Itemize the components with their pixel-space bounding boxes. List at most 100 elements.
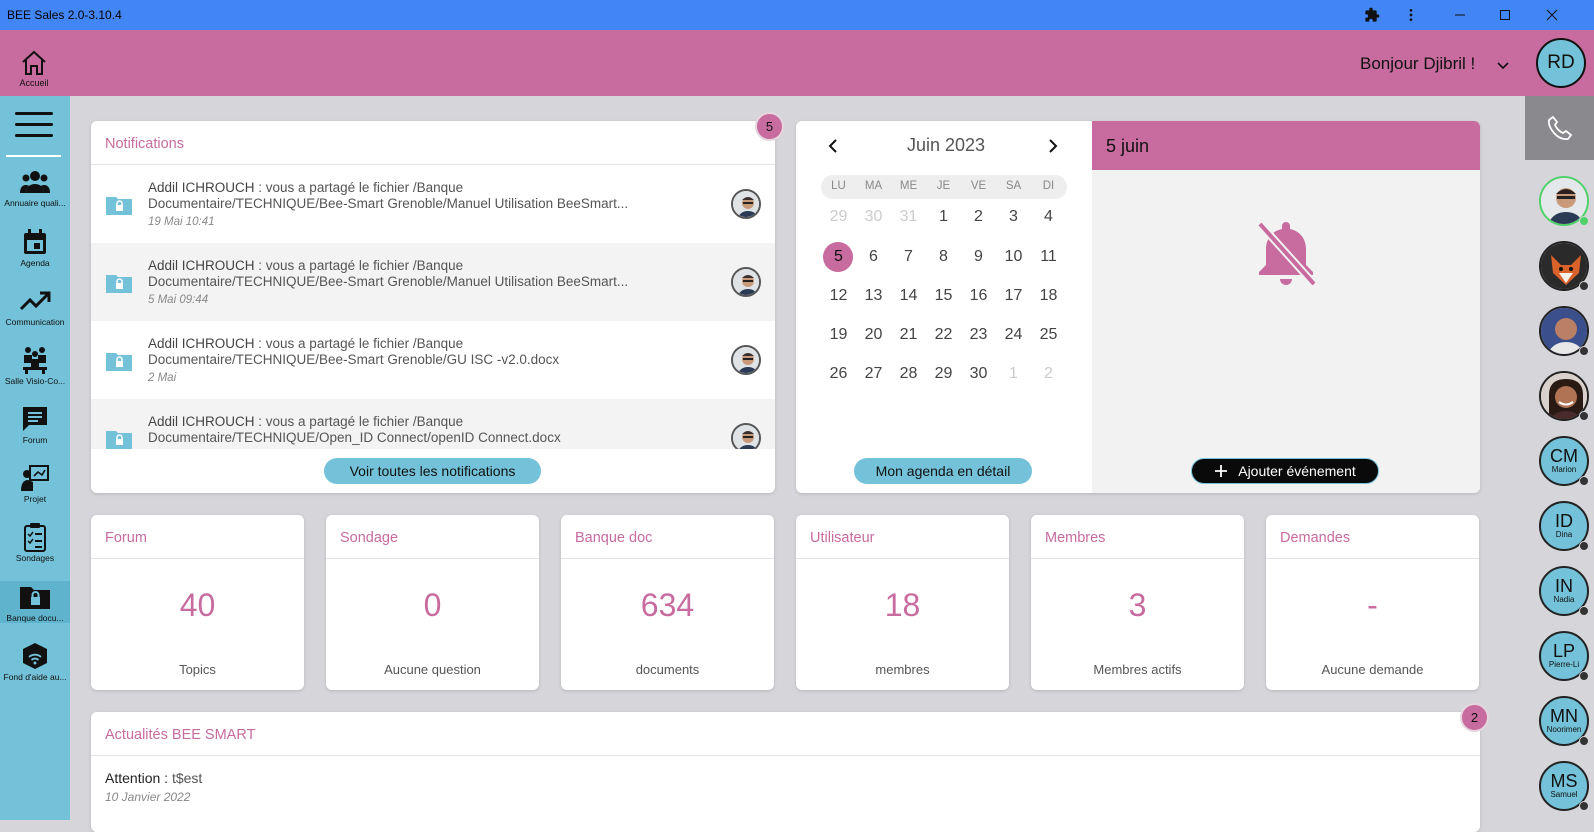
calendar-day[interactable]: 2 [1031,365,1066,383]
chevron-right-icon[interactable] [1048,139,1058,158]
stat-title: Banque doc [575,530,653,546]
notification-item[interactable]: Addil ICHROUCH : vous a partagé le fichi… [91,165,775,243]
notifications-title: Notifications [105,136,184,152]
calendar-day[interactable]: 10 [996,248,1031,266]
weekday-label: VE [970,180,987,192]
stat-label: documents [635,662,700,677]
calendar-day[interactable]: 29 [821,208,856,226]
calendar-day[interactable]: 18 [1031,287,1066,305]
news-item-date: 10 Janvier 2022 [105,790,191,804]
calendar-day[interactable]: 14 [891,287,926,305]
status-offline-indicator [1579,671,1589,681]
sidebar-item-fond-aide[interactable]: Fond d'aide au... [0,640,70,682]
calendar-day[interactable]: 25 [1031,326,1066,344]
sidebar-item-sondages[interactable]: Sondages [0,521,70,563]
sidebar-item-annuaire[interactable]: Annuaire quali... [0,166,70,208]
stat-label: Topics [179,662,216,677]
calendar-day[interactable]: 16 [961,287,996,305]
sidebar-divider [6,155,61,157]
calendar-day[interactable]: 21 [891,326,926,344]
extensions-icon[interactable] [1361,4,1383,26]
calendar-day[interactable]: 4 [1031,208,1066,226]
stat-card-forum[interactable]: Forum 40 Topics [91,515,304,690]
stat-title: Sondage [340,530,399,546]
calendar-day[interactable]: 12 [821,287,856,305]
calendar-day[interactable]: 15 [926,287,961,305]
more-vertical-icon[interactable] [1400,4,1422,26]
weekday-label: JE [936,180,951,192]
calendar-day[interactable]: 3 [996,208,1031,226]
calendar-day[interactable]: 30 [856,208,891,226]
sidebar-item-projet[interactable]: Projet [0,462,70,504]
news-item[interactable]: Attention : t$est [105,770,202,786]
notification-path: Documentaire/TECHNIQUE/Bee-Smart Grenobl… [148,352,560,367]
calendar-day[interactable]: 20 [856,326,891,344]
selected-day-title: 5 juin [1106,136,1150,156]
notification-item[interactable]: Addil ICHROUCH : vous a partagé le fichi… [91,243,775,321]
sidebar-item-visio[interactable]: Salle Visio-Co... [0,344,70,386]
chevron-down-icon[interactable] [1497,58,1509,73]
notification-time: 5 Mai 09:44 [148,294,209,306]
sidebar-item-label: Agenda [20,258,50,268]
calendar-day[interactable]: 26 [821,365,856,383]
calendar-day[interactable]: 30 [961,365,996,383]
calendar-day[interactable]: 24 [996,326,1031,344]
calendar-day[interactable]: 1 [996,365,1031,383]
locked-folder-icon [20,587,50,609]
stat-card-demandes[interactable]: Demandes - Aucune demande [1266,515,1479,690]
stat-card-membres[interactable]: Membres 3 Membres actifs [1031,515,1244,690]
stat-title: Membres [1045,530,1106,546]
add-event-button[interactable]: Ajouter événement [1191,458,1379,484]
calendar-day[interactable]: 29 [926,365,961,383]
calendar-day[interactable]: 19 [821,326,856,344]
calendar-day[interactable]: 8 [926,248,961,266]
see-all-notifications-button[interactable]: Voir toutes les notifications [324,458,541,484]
notification-item[interactable]: Addil ICHROUCH : vous a partagé le fichi… [91,321,775,399]
sidebar-item-agenda[interactable]: Agenda [0,226,70,268]
calendar-day[interactable]: 2 [961,208,996,226]
calendar-day-selected[interactable]: 5 [821,248,856,266]
close-icon[interactable] [1541,4,1563,26]
calendar-day[interactable]: 28 [891,365,926,383]
calendar-day[interactable]: 6 [856,248,891,266]
user-avatar[interactable]: RD [1536,38,1586,88]
notifications-list[interactable]: Addil ICHROUCH : vous a partagé le fichi… [91,165,775,449]
news-item-label: Attention : [105,770,172,786]
minimize-icon[interactable] [1449,4,1471,26]
phone-button[interactable] [1525,96,1594,160]
stat-value: 18 [884,587,921,623]
contact-initials: LP [1552,641,1576,661]
calendar-day[interactable]: 7 [891,248,926,266]
trending-up-icon [19,291,51,311]
calendar-day[interactable]: 31 [891,208,926,226]
home-button[interactable]: Accueil [10,50,58,88]
status-offline-indicator [1579,606,1589,616]
status-offline-indicator [1579,541,1589,551]
stat-card-utilisateur[interactable]: Utilisateur 18 membres [796,515,1009,690]
agenda-detail-button[interactable]: Mon agenda en détail [854,458,1032,484]
sidebar-item-communication[interactable]: Communication [0,285,70,327]
contact-name: Dina [1555,530,1573,539]
wifi-box-icon [23,643,47,669]
menu-icon[interactable] [15,112,53,138]
calendar-day[interactable]: 1 [926,208,961,226]
calendar-day[interactable]: 13 [856,287,891,305]
sidebar-item-forum[interactable]: Forum [0,403,70,445]
notification-time: 2 Mai [148,372,177,384]
calendar-day[interactable]: 23 [961,326,996,344]
title-bar: BEE Sales 2.0-3.10.4 [0,0,1594,30]
stat-card-banque-doc[interactable]: Banque doc 634 documents [561,515,774,690]
weekday-label: MA [864,180,883,192]
stat-card-sondage[interactable]: Sondage 0 Aucune question [326,515,539,690]
calendar-day[interactable]: 27 [856,365,891,383]
calendar-day[interactable]: 22 [926,326,961,344]
calendar-day[interactable]: 17 [996,287,1031,305]
contact-initials: MS [1550,771,1578,791]
notification-item[interactable]: Addil ICHROUCH : vous a partagé le fichi… [91,399,775,449]
weekday-label: LU [831,180,846,192]
calendar-day[interactable]: 9 [961,248,996,266]
maximize-icon[interactable] [1494,4,1516,26]
calendar-day[interactable]: 11 [1031,248,1066,266]
sidebar-item-banque-doc[interactable]: Banque docu... [0,581,70,623]
greeting-menu[interactable]: Bonjour Djibril ! [1360,54,1475,74]
